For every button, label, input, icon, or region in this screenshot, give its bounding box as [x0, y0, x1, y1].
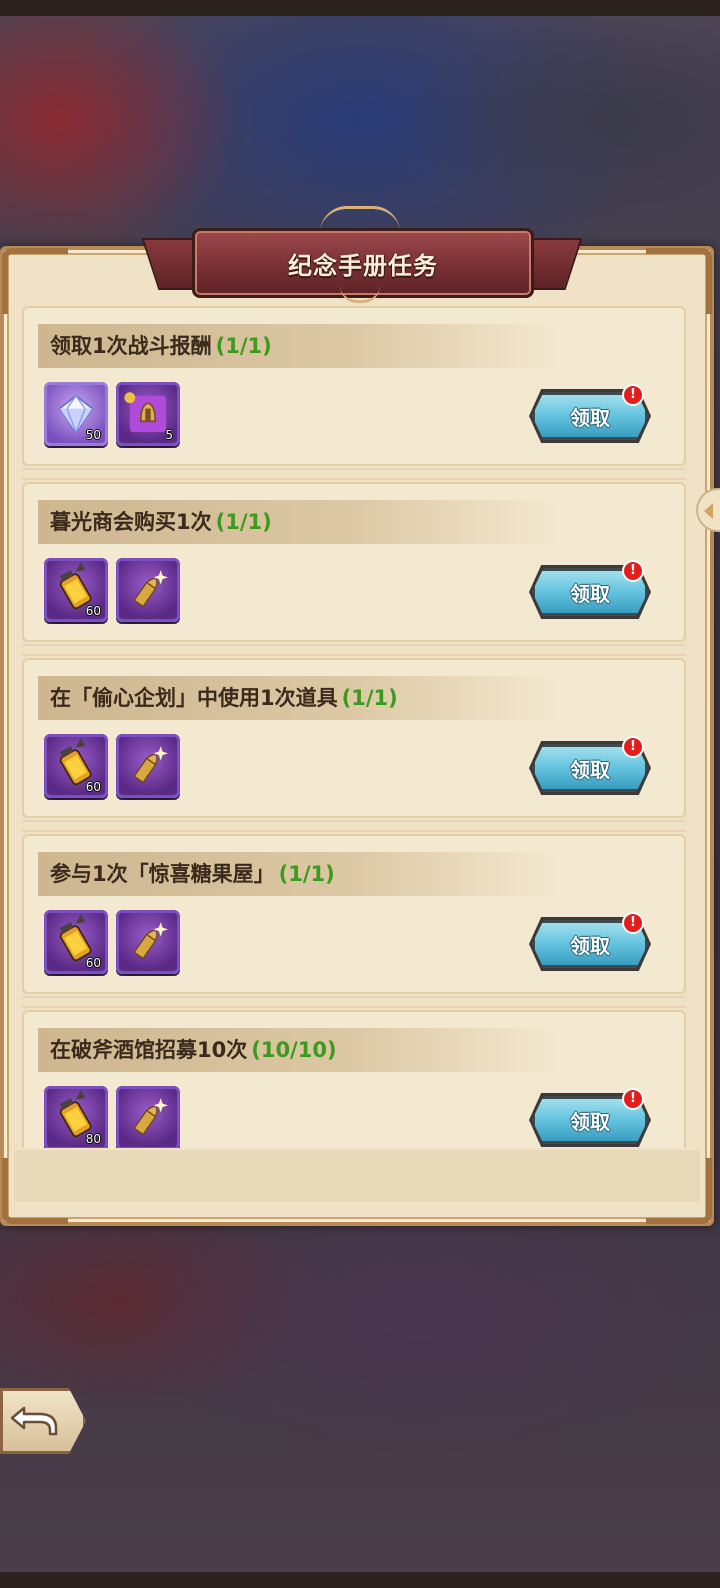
task-progress: (1/1) — [341, 686, 398, 710]
card-divider — [22, 820, 686, 832]
reward-count: 60 — [85, 780, 101, 794]
reward-count: 80 — [85, 1132, 101, 1146]
reward-count: 5 — [165, 428, 173, 442]
task-title-text: 在「偷心企划」中使用1次道具 — [50, 686, 338, 710]
back-arrow-icon[interactable] — [10, 1400, 60, 1442]
reward-item-canister[interactable]: 60 — [44, 734, 108, 798]
reward-item-bullet[interactable] — [116, 910, 180, 974]
alert-badge: ! — [622, 560, 644, 582]
task-title: 在「偷心企划」中使用1次道具 (1/1) — [50, 682, 398, 714]
task-card: 在「偷心企划」中使用1次道具 (1/1) 60 领取 ! — [22, 658, 686, 818]
task-title-text: 暮光商会购买1次 — [50, 510, 212, 534]
alert-badge: ! — [622, 384, 644, 406]
reward-item-canister[interactable]: 60 — [44, 910, 108, 974]
claim-button-label: 领取 — [570, 757, 610, 782]
status-bar — [0, 0, 720, 16]
task-list[interactable]: 领取1次战斗报酬 (1/1) 50 5 领取 ! 暮光商会购买1次 (1/1) … — [22, 306, 686, 1148]
task-progress: (1/1) — [215, 334, 272, 358]
reward-item-canister[interactable]: 60 — [44, 558, 108, 622]
claim-button-label: 领取 — [570, 581, 610, 606]
task-card: 在破斧酒馆招募10次 (10/10) 80 领取 ! — [22, 1010, 686, 1148]
card-divider — [22, 996, 686, 1008]
task-title: 在破斧酒馆招募10次 (10/10) — [50, 1034, 337, 1066]
bullet-icon — [133, 922, 168, 960]
claim-button-label: 领取 — [570, 933, 610, 958]
alert-badge: ! — [622, 1088, 644, 1110]
card-divider — [22, 644, 686, 656]
reward-count: 60 — [85, 956, 101, 970]
task-progress: (10/10) — [251, 1038, 337, 1062]
bullet-icon — [133, 1098, 168, 1136]
bullet-icon — [133, 746, 168, 784]
reward-item-bullet[interactable] — [116, 734, 180, 798]
card-divider — [22, 468, 686, 480]
panel-corner-ornament — [2, 248, 68, 314]
reward-item-diamond[interactable]: 50 — [44, 382, 108, 446]
panel-corner-ornament — [646, 248, 712, 314]
task-title: 领取1次战斗报酬 (1/1) — [50, 330, 272, 362]
panel-footer — [14, 1150, 700, 1202]
reward-item-bullet[interactable] — [116, 558, 180, 622]
task-title-text: 领取1次战斗报酬 — [50, 334, 212, 358]
reward-item-puzzle[interactable]: 5 — [116, 382, 180, 446]
reward-count: 50 — [85, 428, 101, 442]
task-card: 参与1次「惊喜糖果屋」 (1/1) 60 领取 ! — [22, 834, 686, 994]
task-progress: (1/1) — [278, 862, 335, 886]
claim-button-label: 领取 — [570, 1109, 610, 1134]
task-progress: (1/1) — [215, 510, 272, 534]
reward-item-bullet[interactable] — [116, 1086, 180, 1148]
alert-badge: ! — [622, 912, 644, 934]
task-title: 参与1次「惊喜糖果屋」 (1/1) — [50, 858, 335, 890]
task-title-text: 在破斧酒馆招募10次 — [50, 1038, 248, 1062]
task-title: 暮光商会购买1次 (1/1) — [50, 506, 272, 538]
task-title-text: 参与1次「惊喜糖果屋」 — [50, 862, 275, 886]
claim-button-label: 领取 — [570, 405, 610, 430]
alert-badge: ! — [622, 736, 644, 758]
bullet-icon — [133, 570, 168, 608]
panel-title: 纪念手册任务 — [288, 251, 438, 280]
reward-count: 60 — [85, 604, 101, 618]
task-card: 暮光商会购买1次 (1/1) 60 领取 ! — [22, 482, 686, 642]
navigation-bar — [0, 1572, 720, 1588]
task-card: 领取1次战斗报酬 (1/1) 50 5 领取 ! — [22, 306, 686, 466]
reward-item-canister[interactable]: 80 — [44, 1086, 108, 1148]
